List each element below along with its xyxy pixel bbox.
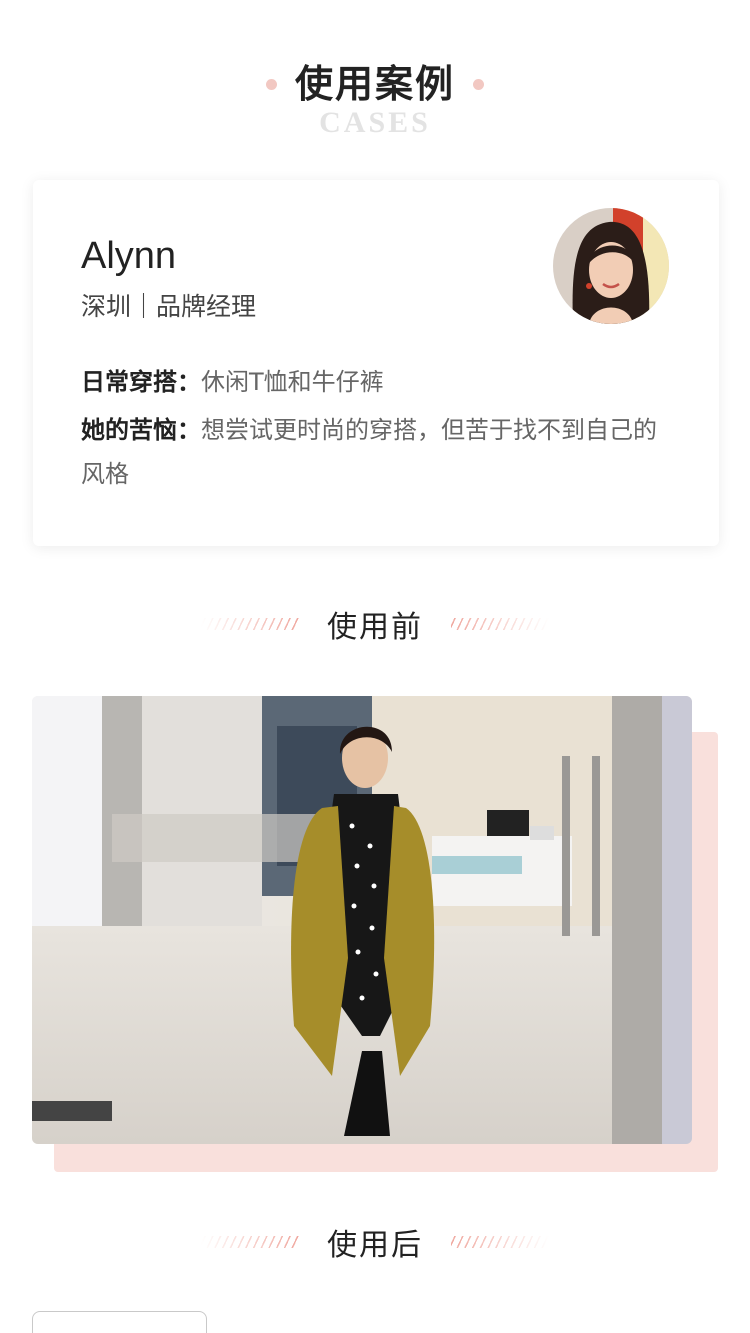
before-photo-image — [32, 696, 692, 1144]
daily-style-row: 日常穿搭：休闲T恤和牛仔裤 — [81, 360, 671, 404]
trouble-row: 她的苦恼：想尝试更时尚的穿搭，但苦于找不到自己的风格 — [81, 408, 671, 496]
title-row: 使用案例 — [0, 58, 750, 110]
profile-meta: 深圳｜品牌经理 — [81, 292, 257, 321]
hatch-decoration-right — [451, 618, 549, 630]
profile-card: Alynn 深圳｜品牌经理 日常穿搭：休闲T恤和牛仔裤 她的苦恼：想尝试更时尚的… — [33, 180, 719, 546]
page-subtitle: CASES — [319, 106, 431, 139]
after-heading: 使用后 — [0, 1220, 750, 1264]
daily-style-value: 休闲T恤和牛仔裤 — [201, 368, 384, 396]
hatch-decoration-right — [451, 1236, 549, 1248]
profile-name: Alynn — [81, 235, 177, 277]
page-header: 使用案例 CASES — [0, 58, 750, 140]
hatch-decoration-left — [201, 1236, 299, 1248]
trouble-label: 她的苦恼： — [81, 416, 201, 444]
before-title: 使用前 — [327, 610, 423, 645]
avatar — [553, 208, 669, 324]
avatar-image — [553, 208, 669, 324]
title-dot-right — [473, 78, 484, 90]
hatch-decoration-left — [201, 618, 299, 630]
after-card — [32, 1311, 207, 1333]
after-title: 使用后 — [327, 1228, 423, 1263]
page-title: 使用案例 — [294, 62, 455, 106]
daily-style-label: 日常穿搭： — [81, 368, 201, 396]
before-heading: 使用前 — [0, 602, 750, 646]
title-dot-left — [265, 78, 277, 90]
before-photo — [32, 696, 692, 1144]
